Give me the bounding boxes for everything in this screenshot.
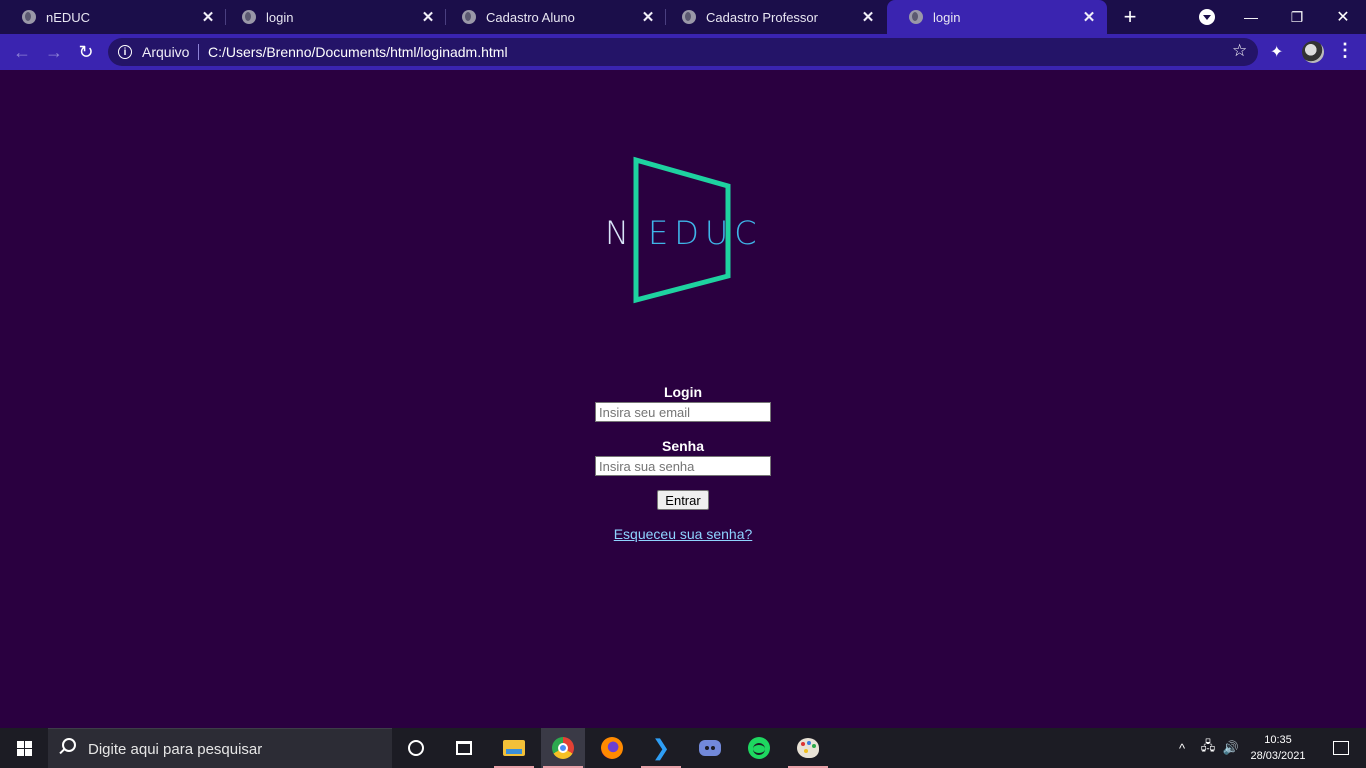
forward-icon[interactable]: → bbox=[42, 40, 66, 64]
restore-button[interactable]: ❐ bbox=[1274, 0, 1320, 34]
address-url[interactable]: C:/Users/Brenno/Documents/html/loginadm.… bbox=[208, 44, 508, 60]
info-icon[interactable]: i bbox=[118, 45, 132, 59]
address-separator bbox=[198, 44, 199, 60]
tab-title: nEDUC bbox=[46, 9, 91, 25]
firefox-button[interactable] bbox=[590, 728, 634, 768]
tab-close-icon[interactable]: ✕ bbox=[198, 7, 218, 27]
vscode-icon: ❯ bbox=[651, 735, 671, 761]
tab-title: login bbox=[266, 9, 294, 25]
paint-icon bbox=[797, 738, 819, 758]
discord-icon bbox=[699, 740, 721, 756]
taskbar-search[interactable]: Digite aqui para pesquisar bbox=[48, 728, 392, 768]
neduc-logo: N EDUC bbox=[605, 156, 760, 304]
paint-button[interactable] bbox=[786, 728, 830, 768]
windows-logo-icon bbox=[16, 740, 32, 756]
logo-letters: EDUC bbox=[648, 214, 760, 252]
tab-close-icon[interactable]: ✕ bbox=[1079, 7, 1099, 27]
new-tab-button[interactable]: + bbox=[1118, 4, 1142, 29]
tab-cadastro-professor[interactable]: Cadastro Professor ✕ bbox=[660, 0, 886, 34]
browser-menu-icon[interactable]: ⋮ bbox=[1336, 40, 1354, 61]
vscode-button[interactable]: ❯ bbox=[639, 728, 683, 768]
email-input[interactable] bbox=[595, 402, 771, 422]
profile-avatar[interactable] bbox=[1302, 41, 1324, 63]
globe-icon bbox=[909, 10, 923, 24]
tab-close-icon[interactable]: ✕ bbox=[858, 7, 878, 27]
reload-icon[interactable]: ↻ bbox=[74, 40, 98, 64]
tab-login[interactable]: login ✕ bbox=[220, 0, 446, 34]
extensions-icon[interactable]: ✦ bbox=[1270, 42, 1283, 62]
search-placeholder: Digite aqui para pesquisar bbox=[88, 741, 263, 758]
file-explorer-icon bbox=[503, 740, 525, 756]
start-button[interactable] bbox=[0, 728, 48, 768]
tab-close-icon[interactable]: ✕ bbox=[638, 7, 658, 27]
taskbar: Digite aqui para pesquisar ❯ ^ 🖧 🔊 10:35… bbox=[0, 728, 1366, 768]
login-form: Login Senha Entrar Esqueceu sua senha? bbox=[583, 382, 783, 544]
tab-title: Cadastro Aluno bbox=[486, 9, 575, 25]
globe-icon bbox=[22, 10, 36, 24]
firefox-icon bbox=[601, 737, 623, 759]
notification-button[interactable] bbox=[1316, 728, 1366, 768]
minimize-button[interactable]: — bbox=[1228, 0, 1274, 34]
globe-icon bbox=[242, 10, 256, 24]
tab-neduc[interactable]: nEDUC ✕ bbox=[0, 0, 226, 34]
taskbar-clock[interactable]: 10:35 28/03/2021 bbox=[1240, 732, 1316, 764]
spotify-icon bbox=[748, 737, 770, 759]
cortana-icon bbox=[408, 740, 424, 756]
task-view-icon bbox=[456, 741, 472, 755]
volume-icon[interactable]: 🔊 bbox=[1220, 728, 1242, 768]
tab-close-icon[interactable]: ✕ bbox=[418, 7, 438, 27]
globe-icon bbox=[682, 10, 696, 24]
search-icon bbox=[62, 738, 76, 752]
address-bar[interactable]: i Arquivo C:/Users/Brenno/Documents/html… bbox=[108, 38, 1258, 66]
discord-button[interactable] bbox=[688, 728, 732, 768]
cortana-button[interactable] bbox=[394, 728, 438, 768]
close-window-button[interactable]: ✕ bbox=[1320, 0, 1366, 34]
clock-date: 28/03/2021 bbox=[1250, 750, 1306, 762]
bookmark-star-icon[interactable]: ☆ bbox=[1232, 41, 1247, 61]
address-scheme-label: Arquivo bbox=[142, 44, 190, 60]
entrar-button[interactable]: Entrar bbox=[657, 490, 709, 510]
globe-icon bbox=[462, 10, 476, 24]
back-icon[interactable]: ← bbox=[10, 40, 34, 64]
login-label: Login bbox=[663, 384, 703, 400]
tab-cadastro-aluno[interactable]: Cadastro Aluno ✕ bbox=[440, 0, 666, 34]
tab-strip: nEDUC ✕ login ✕ Cadastro Aluno ✕ Cadastr… bbox=[0, 0, 1366, 34]
senha-label: Senha bbox=[661, 438, 704, 454]
tray-chevron-icon[interactable]: ^ bbox=[1172, 728, 1192, 768]
notification-icon bbox=[1333, 741, 1349, 755]
chrome-button[interactable] bbox=[541, 728, 585, 768]
tab-login-active[interactable]: login ✕ bbox=[887, 0, 1107, 34]
tab-title: login bbox=[933, 9, 961, 25]
password-input[interactable] bbox=[595, 456, 771, 476]
browser-toolbar: ← → ↻ i Arquivo C:/Users/Brenno/Document… bbox=[0, 34, 1366, 70]
clock-time: 10:35 bbox=[1264, 734, 1292, 746]
forgot-password-link[interactable]: Esqueceu sua senha? bbox=[614, 526, 753, 542]
network-icon[interactable]: 🖧 bbox=[1196, 728, 1220, 768]
logo-letter-n: N bbox=[605, 214, 629, 252]
tab-title: Cadastro Professor bbox=[706, 9, 818, 25]
file-explorer-button[interactable] bbox=[492, 728, 536, 768]
chrome-icon bbox=[552, 737, 574, 759]
task-view-button[interactable] bbox=[442, 728, 486, 768]
spotify-button[interactable] bbox=[737, 728, 781, 768]
tab-search-icon[interactable] bbox=[1199, 9, 1215, 25]
